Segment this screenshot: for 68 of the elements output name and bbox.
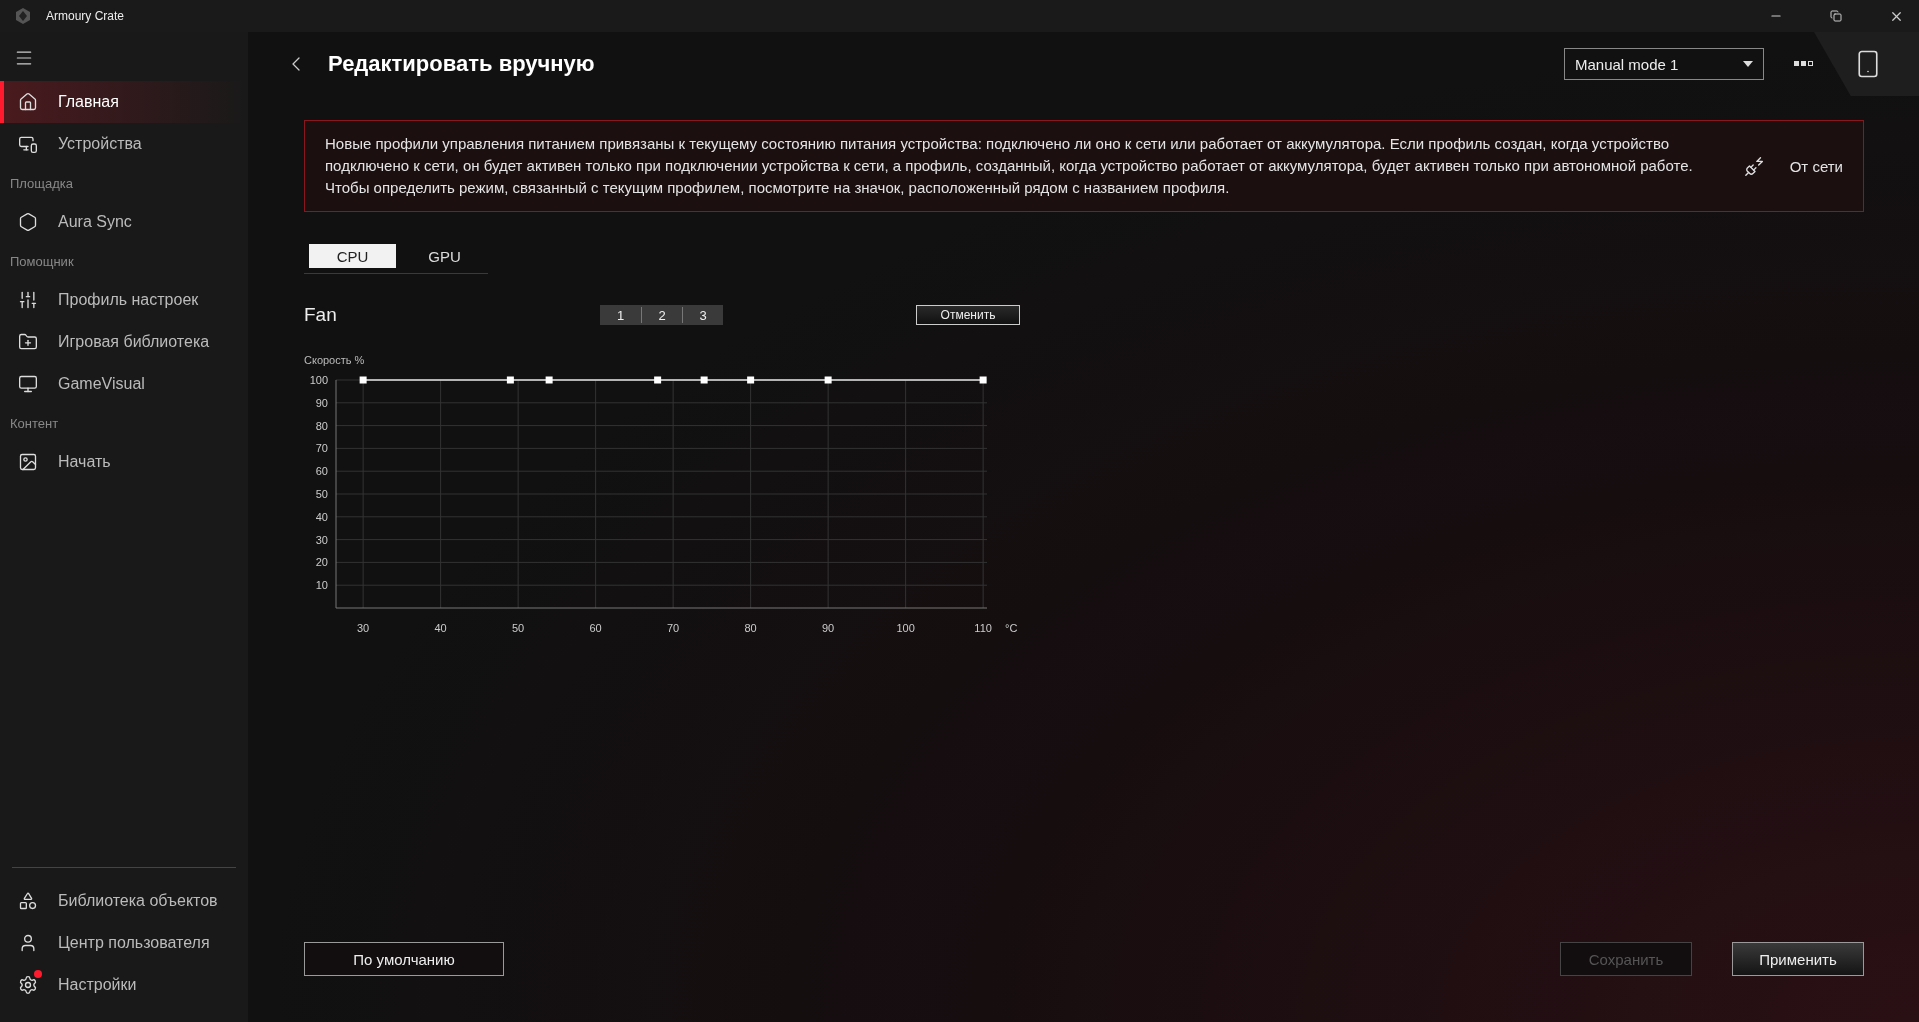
y-tick-label: 70 (315, 442, 328, 455)
curve-point-handle[interactable] (654, 376, 662, 384)
sidebar-item[interactable]: Игровая библиотека (0, 321, 248, 363)
x-tick-label: 90 (822, 622, 835, 634)
restore-icon (1830, 10, 1842, 22)
sidebar-item[interactable]: Библиотека объектов (0, 880, 248, 922)
settings-icon (18, 975, 38, 995)
x-tick-label: 50 (512, 622, 525, 634)
sidebar-item[interactable]: Aura Sync (0, 201, 248, 243)
curve-point-handle[interactable] (979, 376, 987, 384)
caret-icon (1743, 61, 1753, 67)
sidebar-item[interactable]: Устройства (0, 123, 248, 165)
x-tick-label: 100 (896, 622, 915, 634)
x-tick-label: 80 (744, 622, 757, 634)
sidebar-section-label: Контент (9, 414, 60, 433)
window-title: Armoury Crate (46, 9, 126, 23)
home-icon (18, 92, 38, 112)
section-title: Fan (304, 304, 338, 326)
x-tick-label: 30 (357, 622, 370, 634)
curve-point-handle[interactable] (506, 376, 514, 384)
sidebar-item[interactable]: Профиль настроек (0, 279, 248, 321)
x-tick-label: 70 (667, 622, 680, 634)
monitor-icon (18, 374, 38, 394)
y-tick-label: 90 (315, 396, 328, 409)
default-button[interactable]: По умолчанию (304, 942, 504, 976)
y-tick-label: 80 (315, 419, 328, 432)
sidebar-item[interactable]: Настройки (0, 964, 248, 1006)
y-tick-label: 40 (315, 510, 328, 523)
power-mode-label: От сети (1789, 157, 1843, 175)
y-tick-label: 20 (315, 556, 328, 569)
plug-icon (1743, 155, 1766, 177)
x-tick-label: 110 (974, 622, 992, 634)
notice-text: Новые профили управления питанием привязаны к текущему состоянию питания устройства: подключено ли оно к сети или работает от аккумулятора. Если профиль создан, когда устройство подключено к сети, он будет активен только при подключении устройства к сети, а профиль, созданный, когда устройство работает от аккумулятора, будет активен только при автономной работе. Чтобы определить режим, связанный с текущим профилем, посмотрите на значок, расположенный рядом с названием профиля. (325, 134, 1694, 198)
y-tick-label: 50 (315, 488, 328, 500)
hexagon-icon (18, 212, 38, 232)
more-icon[interactable] (1794, 61, 1814, 67)
image-icon (18, 452, 38, 472)
curve-point-handle[interactable] (700, 376, 708, 384)
curve-point-handle[interactable] (747, 376, 755, 384)
curve-point-handle[interactable] (824, 376, 832, 384)
profile-dropdown[interactable]: Manual mode 1 (1564, 48, 1764, 80)
sidebar-item[interactable]: Начать (0, 441, 248, 483)
sidebar-item[interactable]: GameVisual (0, 363, 248, 405)
tab[interactable]: GPU (396, 244, 488, 268)
x-tick-label: 60 (589, 622, 602, 634)
app-logo-icon (14, 7, 32, 25)
y-tick-label: 30 (315, 533, 328, 546)
sliders-icon (18, 290, 38, 310)
fan-tab[interactable]: 2 (641, 307, 682, 323)
devices-icon (18, 134, 38, 154)
y-axis-label: Скорость % (304, 354, 366, 366)
sidebar-section-label: Площадка (9, 174, 75, 193)
y-tick-label: 10 (315, 579, 328, 592)
folder-icon (18, 332, 38, 352)
x-tick-label: 40 (434, 622, 447, 634)
curve-point-handle[interactable] (545, 376, 553, 384)
x-axis-unit: °C (1005, 622, 1018, 634)
fan-tab[interactable]: 3 (682, 307, 723, 323)
y-tick-label: 60 (315, 465, 328, 478)
curve-point-handle[interactable] (359, 376, 367, 384)
y-tick-label: 100 (309, 374, 328, 386)
fan-tab[interactable]: 1 (600, 307, 641, 323)
sidebar-item[interactable]: Центр пользователя (0, 922, 248, 964)
page-title: Редактировать вручную (328, 51, 596, 77)
cancel-button[interactable]: Отменить (916, 305, 1020, 325)
sidebar-section-label: Помощник (9, 252, 75, 271)
shapes-icon (18, 891, 38, 911)
apply-button[interactable]: Применить (1732, 942, 1864, 976)
